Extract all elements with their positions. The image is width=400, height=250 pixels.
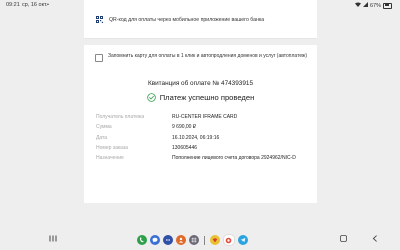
signal-icon xyxy=(362,2,368,9)
qr-option-label: QR-код для оплаты через мобильное прилож… xyxy=(109,16,265,23)
receipt-details: Получатель платежа RU-CENTER IFRAME CARD… xyxy=(96,114,306,165)
detail-value: Пополнение лицевого счета договора 29249… xyxy=(172,155,296,162)
detail-label: Получатель платежа xyxy=(96,114,145,120)
payment-success: Платеж успешно проведен xyxy=(84,93,317,102)
battery-icon xyxy=(383,2,392,9)
success-message: Платеж успешно проведен xyxy=(159,93,255,102)
detail-value: 16.10.2024, 06:19:16 xyxy=(172,134,220,141)
app-dock xyxy=(137,234,248,246)
dock-divider xyxy=(204,235,205,245)
detail-row: Дата 16.10.2024, 06:19:16 xyxy=(96,135,306,141)
detail-row: Назначение Пополнение лицевого счета дог… xyxy=(96,155,306,161)
detail-row: Номер заказа 130605446 xyxy=(96,145,306,151)
battery-percent: 67% xyxy=(369,2,381,9)
status-date: ср, 16 окт. xyxy=(22,2,48,8)
status-right: 67% xyxy=(354,2,392,9)
home-button[interactable] xyxy=(340,235,347,244)
detail-value: RU-CENTER IFRAME CARD xyxy=(172,114,238,120)
receipt-title: Квитанция об оплате № 474393915 xyxy=(147,80,254,87)
yandex-icon[interactable] xyxy=(209,235,220,245)
remember-card-checkbox[interactable] xyxy=(95,54,103,62)
phone-icon[interactable] xyxy=(137,235,147,245)
remember-card-option[interactable]: Запомнить карту для оплаты в 1 клик и ав… xyxy=(95,53,318,62)
browser-icon[interactable] xyxy=(222,234,235,246)
remember-card-label: Запомнить карту для оплаты в 1 клик и ав… xyxy=(108,53,308,59)
recent-apps-button[interactable] xyxy=(49,235,57,244)
payment-methods-card: QR-код для оплаты через мобильное прилож… xyxy=(84,0,317,39)
receipt-card: Запомнить карту для оплаты в 1 клик и ав… xyxy=(84,45,317,203)
detail-row: Сумма 9 690,00 ₽ xyxy=(96,124,306,130)
status-time: 09:21 xyxy=(6,2,20,8)
notification-dot: • xyxy=(47,2,49,8)
app-grid-icon[interactable] xyxy=(189,235,199,245)
detail-value: 130605446 xyxy=(172,144,198,151)
detail-label: Номер заказа xyxy=(96,144,128,151)
detail-row: Получатель платежа RU-CENTER IFRAME CARD xyxy=(96,114,306,120)
detail-label: Назначение xyxy=(96,155,124,162)
detail-value: 9 690,00 ₽ xyxy=(172,124,197,131)
wifi-icon xyxy=(354,2,361,9)
detail-label: Дата xyxy=(96,134,108,141)
qr-code-icon xyxy=(96,16,103,23)
contacts-icon[interactable] xyxy=(176,235,186,245)
qr-payment-option[interactable]: QR-код для оплаты через мобильное прилож… xyxy=(96,16,264,23)
back-button[interactable] xyxy=(372,235,378,244)
check-circle-icon xyxy=(146,93,156,102)
navigation-bar xyxy=(0,229,400,250)
messages-icon[interactable] xyxy=(150,235,160,245)
telegram-icon[interactable] xyxy=(237,235,248,245)
chat-icon[interactable] xyxy=(163,235,173,245)
detail-label: Сумма xyxy=(96,124,112,131)
